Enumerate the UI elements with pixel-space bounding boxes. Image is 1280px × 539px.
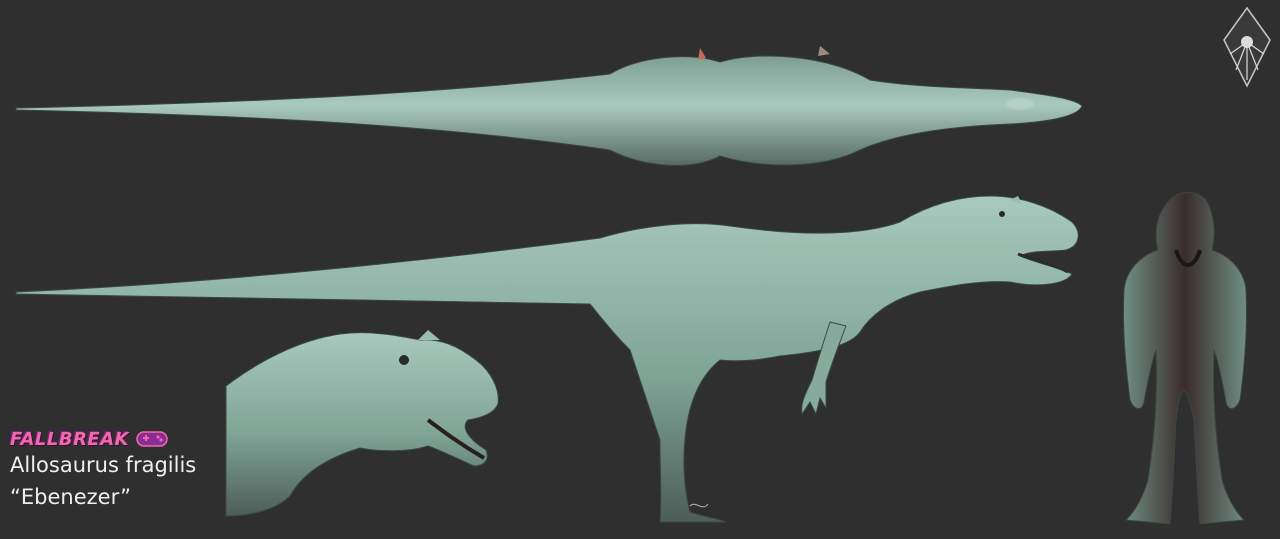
top-view-render <box>15 46 1083 166</box>
head-closeup-render <box>225 330 499 517</box>
brand-name: FALLBREAK <box>10 428 130 450</box>
brand-wordmark: FALLBREAK <box>10 428 196 450</box>
caption-block: FALLBREAK Allosaurus fragilis “Ebenezer” <box>10 428 196 510</box>
turnaround-sheet: FALLBREAK Allosaurus fragilis “Ebenezer” <box>0 0 1280 539</box>
diamond-logo-icon <box>1223 6 1271 88</box>
signature-mark <box>689 503 709 508</box>
gamepad-icon <box>136 431 168 447</box>
specimen-nickname: “Ebenezer” <box>10 485 131 509</box>
front-view-render <box>1122 192 1248 525</box>
species-name: Allosaurus fragilis <box>10 453 197 477</box>
